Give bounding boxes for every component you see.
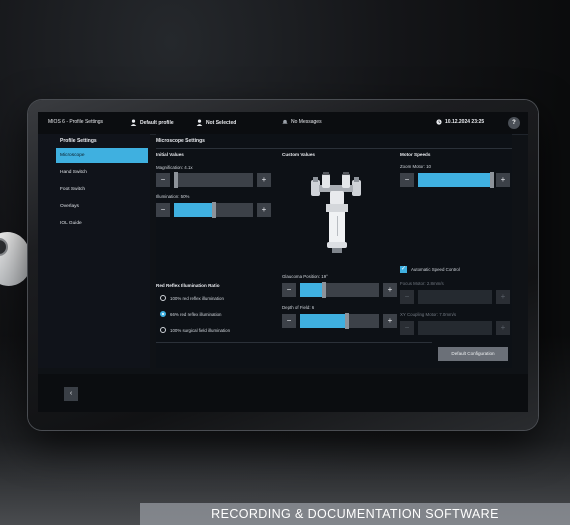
custom-values-heading: Custom Values: [282, 152, 315, 157]
illumination-slider[interactable]: − +: [156, 202, 271, 218]
glaucoma-slider[interactable]: − +: [282, 282, 397, 298]
radio-label: 100% red reflex illumination: [170, 295, 224, 301]
radio-option-66-red-reflex[interactable]: 66% red reflex illumination: [160, 311, 222, 317]
screen: MIOS 6 - Profile Settings Default profil…: [38, 112, 528, 412]
glaucoma-thumb[interactable]: [321, 282, 326, 298]
illumination-track[interactable]: [174, 202, 253, 218]
help-button[interactable]: ?: [508, 117, 520, 129]
focus-motor-label: Focus Motor: 2.8mm/s: [400, 281, 444, 286]
sidebar-item-overlays[interactable]: Overlays: [56, 199, 148, 214]
radio-button[interactable]: [160, 295, 166, 301]
sidebar-item-foot-switch[interactable]: Foot Switch: [56, 182, 148, 197]
bottom-bar: ‹: [38, 374, 528, 412]
depth-decrease-button[interactable]: −: [282, 314, 296, 328]
radio-label: 66% red reflex illumination: [170, 311, 222, 317]
auto-speed-checkbox[interactable]: ✓: [400, 266, 407, 273]
radio-option-100-surgical-field[interactable]: 100% surgical field illumination: [160, 327, 230, 333]
sidebar-title: Profile Settings: [60, 138, 97, 144]
illumination-label: Illumination: 50%: [156, 194, 190, 199]
xy-coupling-label: XY Coupling Motor: 7.0mm/s: [400, 312, 457, 317]
zoom-thumb[interactable]: [490, 172, 494, 188]
glaucoma-fill: [300, 283, 324, 297]
profile-label: Default profile: [140, 119, 174, 126]
selection-label: Not Selected: [206, 119, 237, 126]
glaucoma-track[interactable]: [300, 282, 379, 298]
illumination-thumb[interactable]: [211, 202, 216, 218]
zoom-increase-button[interactable]: +: [496, 173, 510, 187]
xy-coupling-slider[interactable]: − +: [400, 321, 510, 335]
radio-label: 100% surgical field illumination: [170, 327, 231, 333]
zoom-track[interactable]: [418, 172, 494, 188]
clock-icon: [436, 119, 442, 125]
sidebar-item-iol-guide[interactable]: IOL Guide: [56, 216, 148, 231]
user-icon: [196, 119, 203, 126]
illumination-fill: [174, 203, 214, 217]
datetime-display: 10.12.2024 23:25: [436, 119, 484, 125]
app-title-text: MIOS 6 - Profile Settings: [48, 119, 104, 125]
zoom-motor-label: Zoom Motor: 10: [400, 164, 431, 169]
bell-icon: [282, 119, 288, 124]
focus-increase-button[interactable]: +: [496, 290, 510, 304]
magnification-slider[interactable]: − +: [156, 172, 271, 188]
radio-button[interactable]: [160, 327, 166, 333]
user-icon: [130, 119, 137, 126]
magnification-track[interactable]: [174, 172, 253, 188]
focus-track[interactable]: [418, 290, 492, 304]
radio-button-selected[interactable]: [160, 311, 166, 317]
focus-motor-slider[interactable]: − +: [400, 290, 510, 304]
main-panel: Microscope Settings Initial Values Magni…: [156, 134, 512, 368]
depth-increase-button[interactable]: +: [383, 314, 397, 328]
top-bar: MIOS 6 - Profile Settings Default profil…: [38, 112, 528, 135]
depth-of-field-slider[interactable]: − +: [282, 313, 397, 329]
magnification-decrease-button[interactable]: −: [156, 173, 170, 187]
bottom-divider: [156, 342, 432, 343]
page-title: Microscope Settings: [156, 138, 205, 144]
xy-track[interactable]: [418, 321, 492, 335]
footer-caption: RECORDING & DOCUMENTATION SOFTWARE: [140, 503, 570, 525]
initial-values-heading: Initial Values: [156, 152, 184, 157]
sidebar-item-hand-switch[interactable]: Hand Switch: [56, 165, 148, 180]
microscope-image: [311, 172, 361, 253]
illumination-decrease-button[interactable]: −: [156, 203, 170, 217]
datetime-text: 10.12.2024 23:25: [445, 119, 485, 125]
profile-selector[interactable]: Default profile: [130, 119, 174, 126]
magnification-label: Magnification: 4.1x: [156, 165, 193, 170]
glaucoma-position-label: Glaucoma Position: 19°: [282, 274, 328, 279]
auto-speed-label: Automatic Speed Control: [411, 267, 460, 272]
focus-decrease-button[interactable]: −: [400, 290, 414, 304]
magnification-thumb[interactable]: [174, 172, 179, 188]
zoom-fill: [418, 173, 492, 187]
glaucoma-decrease-button[interactable]: −: [282, 283, 296, 297]
depth-fill: [300, 314, 348, 328]
messages-indicator[interactable]: No Messages: [282, 119, 322, 125]
sidebar-item-microscope[interactable]: Microscope: [56, 148, 148, 163]
radio-option-100-red-reflex[interactable]: 100% red reflex illumination: [160, 295, 224, 301]
zoom-decrease-button[interactable]: −: [400, 173, 414, 187]
app-title: MIOS 6 - Profile Settings: [48, 119, 103, 125]
sidebar: Profile Settings Microscope Hand Switch …: [38, 134, 150, 368]
messages-label: No Messages: [291, 119, 322, 125]
illumination-increase-button[interactable]: +: [257, 203, 271, 217]
zoom-motor-slider[interactable]: − +: [400, 172, 510, 188]
magnification-increase-button[interactable]: +: [257, 173, 271, 187]
depth-thumb[interactable]: [345, 313, 350, 329]
title-divider: [156, 148, 512, 149]
xy-increase-button[interactable]: +: [496, 321, 510, 335]
back-button[interactable]: ‹: [64, 387, 78, 401]
red-reflex-heading: Red Reflex Illumination Ratio: [156, 283, 220, 288]
glaucoma-increase-button[interactable]: +: [383, 283, 397, 297]
default-configuration-button[interactable]: Default Configuration: [438, 347, 508, 361]
xy-decrease-button[interactable]: −: [400, 321, 414, 335]
motor-speeds-heading: Motor Speeds: [400, 152, 431, 157]
depth-track[interactable]: [300, 313, 379, 329]
user-selector[interactable]: Not Selected: [196, 119, 236, 126]
depth-of-field-label: Depth of Field: 6: [282, 305, 315, 310]
